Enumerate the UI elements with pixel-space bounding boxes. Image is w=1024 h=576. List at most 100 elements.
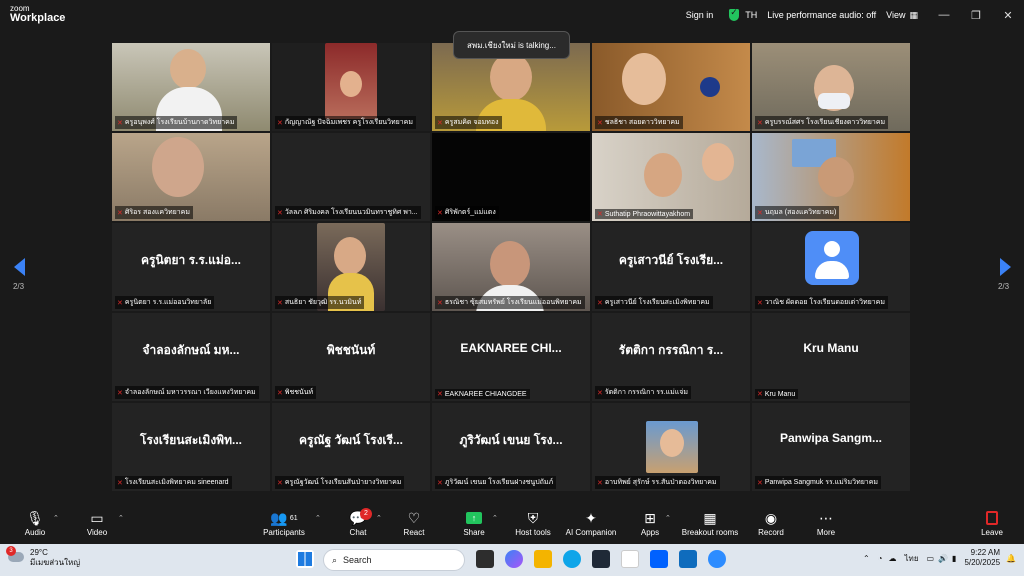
participant-tile[interactable]: ✕ นฤมล (สองแควิทยาคม)	[752, 133, 910, 221]
system-tray: ⌃ ◔ ☁ ไทย ▭ 🔊 ▮ 9:22 AM 5/20/2025 🔔	[863, 548, 1016, 569]
security-status[interactable]: TH	[729, 7, 757, 21]
muted-mic-icon: ✕	[437, 479, 443, 487]
participant-tile[interactable]: ✕ วาณิช ผัดดอย โรงเรียนดอยเต่าวิทยาคม	[752, 223, 910, 311]
share-options-caret[interactable]: ⌃	[492, 514, 498, 522]
meeting-toolbar: 🎙 Audio ⌃ ▭ Video ⌃ 👥 61 Participants ⌃ 💬…	[0, 504, 1024, 544]
logo-line2: Workplace	[10, 12, 66, 24]
audio-label: Audio	[24, 528, 46, 537]
audio-button[interactable]: 🎙 Audio	[20, 508, 50, 538]
participant-tile[interactable]: ครูนิตยา ร.ร.แม่อ... ✕ ครูนิตยา ร.ร.แม่ออ…	[112, 223, 270, 311]
chat-button[interactable]: 💬 Chat 2	[344, 508, 372, 537]
store-icon[interactable]	[592, 550, 610, 568]
video-options-caret[interactable]: ⌃	[118, 514, 124, 522]
participant-tile[interactable]: โรงเรียนสะเมิงพิท... ✕ โรงเรียนสะเมิงพิทย…	[112, 403, 270, 491]
muted-mic-icon: ✕	[277, 389, 283, 397]
edge-browser-icon[interactable]	[563, 550, 581, 568]
participant-display-name: ครูเสาวนีย์ โรงเรีย...	[618, 253, 724, 267]
input-language[interactable]: ไทย	[905, 552, 919, 565]
participant-name: ✕ ครูเสาวนีย์ โรงเรียนสะเมิงพิทยาคม	[595, 296, 713, 309]
participant-tile[interactable]: ✕ อาบทิพย์ สุรักษ์ รร.สันป่าตองวิทยาคม	[592, 403, 750, 491]
battery-icon[interactable]: ▮	[952, 554, 956, 563]
participant-tile[interactable]: ✕ Suthatip Phraowittayakhom	[592, 133, 750, 221]
react-button[interactable]: ♡ React	[400, 508, 428, 538]
outlook-icon[interactable]	[679, 550, 697, 568]
previous-page-button[interactable]: 2/3	[12, 258, 25, 291]
host-tools-button[interactable]: ⛨ Host tools	[512, 508, 554, 538]
taskbar-search[interactable]: ⌕ Search	[323, 549, 465, 571]
cloud-sync-icon[interactable]: ☁	[889, 554, 897, 563]
record-button[interactable]: ◉ Record	[756, 508, 786, 538]
restore-button[interactable]: ❐	[960, 9, 992, 22]
participant-tile[interactable]: ครูณัฐ วัฒน์ โรงเรี... ✕ ครูณัฐวัฒน์ โรงเ…	[272, 403, 430, 491]
clock[interactable]: 9:22 AM 5/20/2025	[964, 548, 1000, 569]
weather-widget[interactable]: 3 29°C มีเมฆส่วนใหญ่	[6, 546, 80, 567]
display-icon[interactable]: ▭	[927, 554, 935, 563]
volume-icon[interactable]: 🔊	[938, 554, 948, 563]
talking-indicator: สพม.เชียงใหม่ is talking...	[453, 31, 570, 59]
participant-tile[interactable]: รัตติกา กรรณิกา ร... ✕ รัตติกา กรรณิกา รร…	[592, 313, 750, 401]
minimize-button[interactable]: —	[928, 9, 960, 21]
close-button[interactable]: ✕	[992, 9, 1024, 22]
chevron-up-icon[interactable]: ⌃	[863, 554, 870, 563]
video-button[interactable]: ▭ Video	[82, 508, 112, 538]
participant-name: ✕ Panwipa Sangmuk รร.แม่ริมวิทยาคม	[755, 476, 882, 489]
share-button[interactable]: ↑ Share	[460, 508, 488, 537]
participant-name: ✕ ศิริอร สองแควิทยาคม	[115, 206, 193, 219]
view-label: View	[886, 10, 906, 20]
breakout-rooms-button[interactable]: ▦ Breakout rooms	[680, 508, 740, 538]
heart-icon: ♡	[407, 509, 421, 526]
apps-options-caret[interactable]: ⌃	[665, 514, 671, 522]
copilot-icon[interactable]	[505, 550, 523, 568]
participant-tile[interactable]: ครูเสาวนีย์ โรงเรีย... ✕ ครูเสาวนีย์ โรงเ…	[592, 223, 750, 311]
participant-tile[interactable]: Panwipa Sangm... ✕ Panwipa Sangmuk รร.แม่…	[752, 403, 910, 491]
ai-companion-button[interactable]: ✦ AI Companion	[562, 508, 620, 538]
participants-count: 61	[289, 514, 298, 522]
participant-display-name: รัตติกา กรรณิกา ร...	[618, 343, 724, 357]
muted-mic-icon: ✕	[597, 119, 603, 127]
clock-date: 5/20/2025	[964, 558, 1001, 568]
participant-tile[interactable]: ✕ กัญญาณัฐ ปัจฉิมเพชร ครูโรงเรียนวิทยาคม	[272, 43, 430, 131]
participant-tile[interactable]: ✕ ชลธิชา สอยดาววิทยาคม	[592, 43, 750, 131]
participant-tile[interactable]: ✕ ศิริพักตร์_แม่แตง	[432, 133, 590, 221]
leave-label: Leave	[981, 528, 1003, 537]
task-view-icon[interactable]	[476, 550, 494, 568]
participant-name: ✕ วาณิช ผัดดอย โรงเรียนดอยเต่าวิทยาคม	[755, 296, 888, 309]
participant-tile[interactable]: EAKNAREE CHI... ✕ EAKNAREE CHIANGDEE	[432, 313, 590, 401]
participant-tile[interactable]: ✕ ศิริอร สองแควิทยาคม	[112, 133, 270, 221]
chat-options-caret[interactable]: ⌃	[376, 514, 382, 522]
zoom-logo: zoom Workplace	[10, 5, 65, 24]
sign-in-link[interactable]: Sign in	[686, 10, 714, 20]
leave-button[interactable]: Leave	[978, 508, 1006, 537]
dropbox-icon[interactable]	[650, 550, 668, 568]
user-avatar-icon	[805, 231, 859, 285]
participant-name: ✕ ครูบรรณ์สศร โรงเรียนเชียงดาววิทยาคม	[755, 116, 889, 129]
apps-button[interactable]: ⊞ Apps	[636, 508, 664, 538]
temperature: 29°C	[30, 548, 48, 557]
participant-tile[interactable]: พิชชนันท์ ✕ พิชชนันท์	[272, 313, 430, 401]
participant-tile[interactable]: จำลองลักษณ์ มห... ✕ จำลองลักษณ์ มหาวรรณา …	[112, 313, 270, 401]
amazon-icon[interactable]	[621, 550, 639, 568]
participant-tile[interactable]: Kru Manu ✕ Kru Manu	[752, 313, 910, 401]
audio-options-caret[interactable]: ⌃	[53, 514, 59, 522]
start-button[interactable]	[296, 550, 314, 568]
participant-tile[interactable]: ✕ ครูบรรณ์สศร โรงเรียนเชียงดาววิทยาคม	[752, 43, 910, 131]
participants-options-caret[interactable]: ⌃	[315, 514, 321, 522]
view-button[interactable]: View ▦	[886, 10, 918, 21]
participant-tile[interactable]: ✕ ธรณิชา ซุ้ยสมทรัพย์ โรงเรียนแม่ออนพิทยา…	[432, 223, 590, 311]
participant-tile[interactable]: ✕ วัลลภ ศิริมงคล โรงเรียนนวมินทราชูทิศ พา…	[272, 133, 430, 221]
host-tools-label: Host tools	[515, 528, 551, 537]
network-icon[interactable]: ◔	[878, 554, 883, 563]
muted-mic-icon: ✕	[117, 209, 123, 217]
file-explorer-icon[interactable]	[534, 550, 552, 568]
notification-icon[interactable]: 🔔	[1006, 554, 1016, 563]
more-button[interactable]: ⋯ More	[812, 508, 840, 538]
muted-mic-icon: ✕	[757, 209, 763, 217]
participant-tile[interactable]: ✕ สนธิยา ชัยวุฒิ รร.นวมินท์	[272, 223, 430, 311]
zoom-window: zoom Workplace Sign in TH Live performan…	[0, 0, 1024, 544]
participant-tile[interactable]: ภูริวัฒน์ เขนย โรง... ✕ ภูริวัฒน์ เขนย โร…	[432, 403, 590, 491]
participants-button[interactable]: 👥 61 Participants	[262, 508, 306, 538]
grid-icon: ▦	[909, 9, 918, 20]
zoom-app-icon[interactable]	[708, 550, 726, 568]
participant-tile[interactable]: ✕ ครูอนุพงศ์ โรงเรียนบ้านกาดวิทยาคม	[112, 43, 270, 131]
next-page-button[interactable]: 2/3	[996, 258, 1011, 291]
